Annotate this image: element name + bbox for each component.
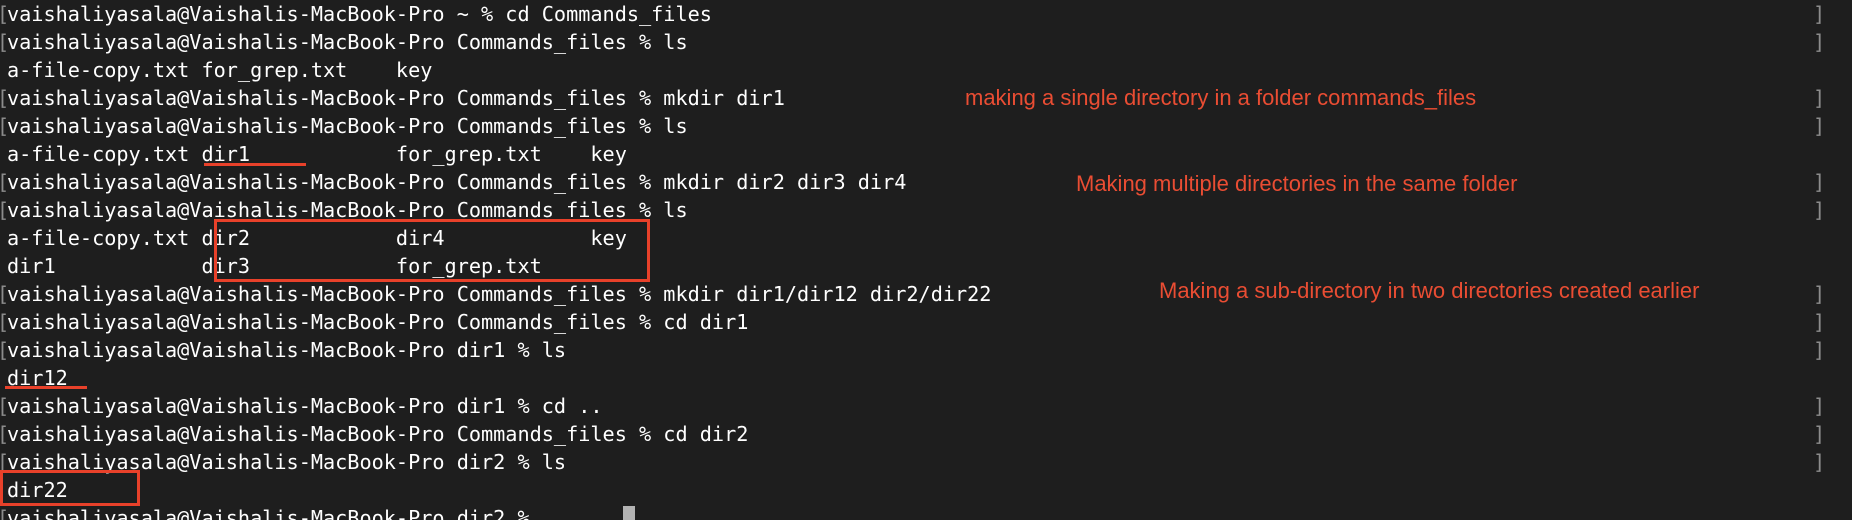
line-bracket-right: ] [1813, 310, 1826, 334]
terminal-line: [ vaishaliyasala@Vaishalis-MacBook-Pro d… [0, 336, 1852, 364]
annotation-mkdir-multiple: Making multiple directories in the same … [1076, 171, 1518, 196]
command-line-text: vaishaliyasala@Vaishalis-MacBook-Pro Com… [7, 282, 992, 306]
line-bracket-left: [ [0, 84, 9, 112]
line-bracket-left: [ [0, 392, 9, 420]
line-bracket-left: [ [0, 196, 9, 224]
line-bracket-right: ] [1813, 30, 1826, 54]
output-line-text: a-file-copy.txt for_grep.txt key [7, 58, 433, 82]
terminal-line: [ vaishaliyasala@Vaishalis-MacBook-Pro C… [0, 308, 1852, 336]
line-bracket-left: [ [0, 336, 9, 364]
line-bracket-left: [ [0, 168, 9, 196]
highlight-box-new-dirs [214, 219, 650, 282]
line-bracket-left: [ [0, 504, 9, 520]
line-bracket-right: ] [1813, 450, 1826, 474]
terminal-window[interactable]: [ vaishaliyasala@Vaishalis-MacBook-Pro ~… [0, 0, 1852, 520]
line-bracket-right: ] [1813, 422, 1826, 446]
command-line-text: vaishaliyasala@Vaishalis-MacBook-Pro Com… [7, 30, 688, 54]
text-cursor [623, 506, 635, 520]
line-bracket-right: ] [1813, 282, 1826, 306]
line-bracket-right: ] [1813, 2, 1826, 26]
current-prompt-line[interactable]: [ vaishaliyasala@Vaishalis-MacBook-Pro d… [0, 504, 1852, 520]
terminal-line: a-file-copy.txt for_grep.txt key [0, 56, 1852, 84]
highlight-underline-dir12 [5, 386, 87, 389]
terminal-line: dir12 [0, 364, 1852, 392]
line-bracket-right: ] [1813, 394, 1826, 418]
terminal-line: [ vaishaliyasala@Vaishalis-MacBook-Pro C… [0, 168, 1852, 196]
terminal-line: [ vaishaliyasala@Vaishalis-MacBook-Pro C… [0, 420, 1852, 448]
terminal-line: [ vaishaliyasala@Vaishalis-MacBook-Pro C… [0, 28, 1852, 56]
line-bracket-right: ] [1813, 114, 1826, 138]
highlight-box-dir22 [0, 470, 140, 506]
line-bracket-left: [ [0, 308, 9, 336]
terminal-line: [ vaishaliyasala@Vaishalis-MacBook-Pro d… [0, 392, 1852, 420]
line-bracket-left: [ [0, 0, 9, 28]
line-bracket-left: [ [0, 28, 9, 56]
annotation-mkdir-subdirectory: Making a sub-directory in two directorie… [1159, 278, 1700, 303]
line-bracket-right: ] [1813, 170, 1826, 194]
command-line-text: vaishaliyasala@Vaishalis-MacBook-Pro ~ %… [7, 2, 712, 26]
annotation-mkdir-single: making a single directory in a folder co… [965, 85, 1477, 110]
output-line-text: a-file-copy.txt dir1 for_grep.txt key [7, 142, 627, 166]
command-line-text: vaishaliyasala@Vaishalis-MacBook-Pro Com… [7, 86, 785, 110]
line-bracket-right: ] [1813, 198, 1826, 222]
terminal-line: [ vaishaliyasala@Vaishalis-MacBook-Pro C… [0, 84, 1852, 112]
terminal-line: dir22 [0, 476, 1852, 504]
line-bracket-left: [ [0, 420, 9, 448]
line-bracket-right: ] [1813, 338, 1826, 362]
highlight-underline-dir1 [204, 163, 306, 166]
terminal-line: [ vaishaliyasala@Vaishalis-MacBook-Pro ~… [0, 0, 1852, 28]
line-bracket-left: [ [0, 280, 9, 308]
prompt-text: vaishaliyasala@Vaishalis-MacBook-Pro dir… [7, 506, 542, 520]
command-line-text: vaishaliyasala@Vaishalis-MacBook-Pro dir… [7, 394, 603, 418]
line-bracket-right: ] [1813, 86, 1826, 110]
command-line-text: vaishaliyasala@Vaishalis-MacBook-Pro Com… [7, 422, 749, 446]
command-line-text: vaishaliyasala@Vaishalis-MacBook-Pro Com… [7, 114, 688, 138]
command-line-text: vaishaliyasala@Vaishalis-MacBook-Pro dir… [7, 338, 567, 362]
terminal-line: [ vaishaliyasala@Vaishalis-MacBook-Pro d… [0, 448, 1852, 476]
terminal-line: [ vaishaliyasala@Vaishalis-MacBook-Pro C… [0, 112, 1852, 140]
line-bracket-left: [ [0, 112, 9, 140]
command-line-text: vaishaliyasala@Vaishalis-MacBook-Pro Com… [7, 310, 749, 334]
command-line-text: vaishaliyasala@Vaishalis-MacBook-Pro Com… [7, 170, 907, 194]
